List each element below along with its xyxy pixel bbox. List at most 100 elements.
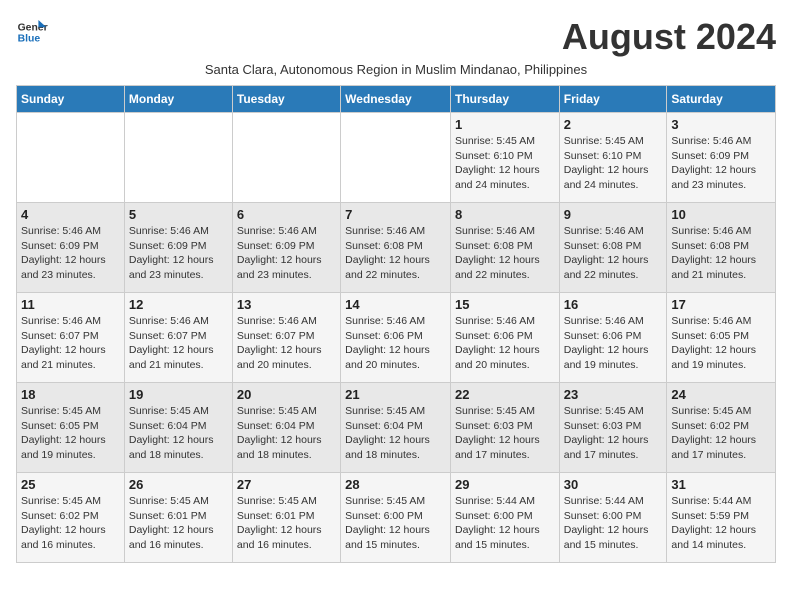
day-cell: 29 Sunrise: 5:44 AM Sunset: 6:00 PM Dayli… [450, 473, 559, 563]
day-cell [17, 113, 125, 203]
day-detail: Sunrise: 5:44 AM Sunset: 5:59 PM Dayligh… [671, 494, 771, 553]
day-cell: 21 Sunrise: 5:45 AM Sunset: 6:04 PM Dayli… [341, 383, 451, 473]
day-detail: Sunrise: 5:45 AM Sunset: 6:10 PM Dayligh… [455, 134, 555, 193]
day-cell: 22 Sunrise: 5:45 AM Sunset: 6:03 PM Dayli… [450, 383, 559, 473]
day-cell: 7 Sunrise: 5:46 AM Sunset: 6:08 PM Daylig… [341, 203, 451, 293]
day-detail: Sunrise: 5:46 AM Sunset: 6:07 PM Dayligh… [237, 314, 336, 373]
day-detail: Sunrise: 5:45 AM Sunset: 6:01 PM Dayligh… [237, 494, 336, 553]
day-detail: Sunrise: 5:46 AM Sunset: 6:05 PM Dayligh… [671, 314, 771, 373]
week-row-5: 25 Sunrise: 5:45 AM Sunset: 6:02 PM Dayli… [17, 473, 776, 563]
day-detail: Sunrise: 5:45 AM Sunset: 6:02 PM Dayligh… [21, 494, 120, 553]
day-detail: Sunrise: 5:45 AM Sunset: 6:05 PM Dayligh… [21, 404, 120, 463]
day-detail: Sunrise: 5:45 AM Sunset: 6:04 PM Dayligh… [129, 404, 228, 463]
day-cell: 20 Sunrise: 5:45 AM Sunset: 6:04 PM Dayli… [232, 383, 340, 473]
week-row-1: 1 Sunrise: 5:45 AM Sunset: 6:10 PM Daylig… [17, 113, 776, 203]
day-detail: Sunrise: 5:45 AM Sunset: 6:04 PM Dayligh… [237, 404, 336, 463]
day-number: 26 [129, 477, 228, 492]
day-cell: 16Sunrise: 5:46 AM Sunset: 6:06 PM Dayli… [559, 293, 667, 383]
day-number: 11 [21, 297, 120, 312]
day-number: 10 [671, 207, 771, 222]
day-detail: Sunrise: 5:45 AM Sunset: 6:03 PM Dayligh… [564, 404, 663, 463]
day-detail: Sunrise: 5:44 AM Sunset: 6:00 PM Dayligh… [455, 494, 555, 553]
day-cell: 15Sunrise: 5:46 AM Sunset: 6:06 PM Dayli… [450, 293, 559, 383]
day-number: 18 [21, 387, 120, 402]
week-row-2: 4 Sunrise: 5:46 AM Sunset: 6:09 PM Daylig… [17, 203, 776, 293]
logo-icon: General Blue [16, 16, 48, 48]
header: General Blue August 2024 [16, 16, 776, 58]
logo: General Blue [16, 16, 48, 48]
day-number: 23 [564, 387, 663, 402]
day-number: 20 [237, 387, 336, 402]
day-cell: 1 Sunrise: 5:45 AM Sunset: 6:10 PM Daylig… [450, 113, 559, 203]
day-number: 29 [455, 477, 555, 492]
day-detail: Sunrise: 5:46 AM Sunset: 6:09 PM Dayligh… [237, 224, 336, 283]
day-cell [341, 113, 451, 203]
day-number: 16 [564, 297, 663, 312]
day-detail: Sunrise: 5:45 AM Sunset: 6:03 PM Dayligh… [455, 404, 555, 463]
day-number: 13 [237, 297, 336, 312]
svg-text:Blue: Blue [18, 34, 41, 45]
day-header-wednesday: Wednesday [341, 86, 451, 113]
calendar-table: SundayMondayTuesdayWednesdayThursdayFrid… [16, 85, 776, 563]
month-title: August 2024 [562, 16, 776, 58]
day-cell: 2Sunrise: 5:45 AM Sunset: 6:10 PM Daylig… [559, 113, 667, 203]
subtitle: Santa Clara, Autonomous Region in Muslim… [16, 62, 776, 77]
day-cell: 4 Sunrise: 5:46 AM Sunset: 6:09 PM Daylig… [17, 203, 125, 293]
day-cell [232, 113, 340, 203]
day-cell: 3 Sunrise: 5:46 AM Sunset: 6:09 PM Daylig… [667, 113, 776, 203]
day-header-saturday: Saturday [667, 86, 776, 113]
day-cell: 6 Sunrise: 5:46 AM Sunset: 6:09 PM Daylig… [232, 203, 340, 293]
day-number: 9 [564, 207, 663, 222]
week-row-4: 18 Sunrise: 5:45 AM Sunset: 6:05 PM Dayli… [17, 383, 776, 473]
day-detail: Sunrise: 5:46 AM Sunset: 6:08 PM Dayligh… [671, 224, 771, 283]
day-cell: 9 Sunrise: 5:46 AM Sunset: 6:08 PM Daylig… [559, 203, 667, 293]
day-header-tuesday: Tuesday [232, 86, 340, 113]
day-number: 25 [21, 477, 120, 492]
day-detail: Sunrise: 5:46 AM Sunset: 6:07 PM Dayligh… [21, 314, 120, 373]
day-number: 5 [129, 207, 228, 222]
day-number: 19 [129, 387, 228, 402]
day-detail: Sunrise: 5:45 AM Sunset: 6:00 PM Dayligh… [345, 494, 446, 553]
day-number: 15 [455, 297, 555, 312]
day-detail: Sunrise: 5:45 AM Sunset: 6:04 PM Dayligh… [345, 404, 446, 463]
day-cell: 26 Sunrise: 5:45 AM Sunset: 6:01 PM Dayli… [124, 473, 232, 563]
day-detail: Sunrise: 5:46 AM Sunset: 6:08 PM Dayligh… [455, 224, 555, 283]
day-detail: Sunrise: 5:46 AM Sunset: 6:09 PM Dayligh… [671, 134, 771, 193]
day-cell [124, 113, 232, 203]
day-number: 27 [237, 477, 336, 492]
day-number: 8 [455, 207, 555, 222]
day-number: 22 [455, 387, 555, 402]
day-detail: Sunrise: 5:46 AM Sunset: 6:09 PM Dayligh… [21, 224, 120, 283]
day-detail: Sunrise: 5:45 AM Sunset: 6:02 PM Dayligh… [671, 404, 771, 463]
day-number: 14 [345, 297, 446, 312]
day-detail: Sunrise: 5:45 AM Sunset: 6:01 PM Dayligh… [129, 494, 228, 553]
day-cell: 23 Sunrise: 5:45 AM Sunset: 6:03 PM Dayli… [559, 383, 667, 473]
day-number: 1 [455, 117, 555, 132]
week-row-3: 11 Sunrise: 5:46 AM Sunset: 6:07 PM Dayli… [17, 293, 776, 383]
day-cell: 14Sunrise: 5:46 AM Sunset: 6:06 PM Dayli… [341, 293, 451, 383]
day-cell: 12Sunrise: 5:46 AM Sunset: 6:07 PM Dayli… [124, 293, 232, 383]
day-cell: 27 Sunrise: 5:45 AM Sunset: 6:01 PM Dayli… [232, 473, 340, 563]
day-number: 31 [671, 477, 771, 492]
day-cell: 25 Sunrise: 5:45 AM Sunset: 6:02 PM Dayli… [17, 473, 125, 563]
day-header-thursday: Thursday [450, 86, 559, 113]
day-detail: Sunrise: 5:46 AM Sunset: 6:09 PM Dayligh… [129, 224, 228, 283]
day-number: 30 [564, 477, 663, 492]
day-number: 7 [345, 207, 446, 222]
day-number: 6 [237, 207, 336, 222]
day-detail: Sunrise: 5:46 AM Sunset: 6:08 PM Dayligh… [345, 224, 446, 283]
day-cell: 31 Sunrise: 5:44 AM Sunset: 5:59 PM Dayli… [667, 473, 776, 563]
day-detail: Sunrise: 5:45 AM Sunset: 6:10 PM Dayligh… [564, 134, 663, 193]
day-number: 24 [671, 387, 771, 402]
day-detail: Sunrise: 5:46 AM Sunset: 6:08 PM Dayligh… [564, 224, 663, 283]
day-cell: 10 Sunrise: 5:46 AM Sunset: 6:08 PM Dayli… [667, 203, 776, 293]
day-cell: 28Sunrise: 5:45 AM Sunset: 6:00 PM Dayli… [341, 473, 451, 563]
day-cell: 5 Sunrise: 5:46 AM Sunset: 6:09 PM Daylig… [124, 203, 232, 293]
day-number: 21 [345, 387, 446, 402]
day-cell: 24 Sunrise: 5:45 AM Sunset: 6:02 PM Dayli… [667, 383, 776, 473]
day-cell: 8 Sunrise: 5:46 AM Sunset: 6:08 PM Daylig… [450, 203, 559, 293]
day-number: 3 [671, 117, 771, 132]
day-cell: 30Sunrise: 5:44 AM Sunset: 6:00 PM Dayli… [559, 473, 667, 563]
header-row: SundayMondayTuesdayWednesdayThursdayFrid… [17, 86, 776, 113]
day-number: 4 [21, 207, 120, 222]
